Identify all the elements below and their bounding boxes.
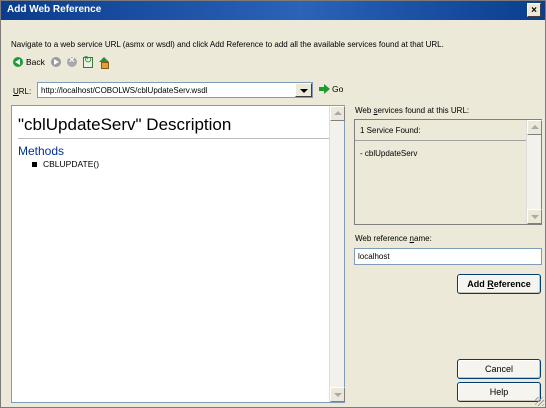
services-scrollbar[interactable] bbox=[526, 120, 542, 224]
go-label: Go bbox=[332, 84, 344, 94]
title-divider bbox=[18, 138, 329, 139]
close-icon[interactable]: × bbox=[527, 3, 541, 17]
services-scroll-up-icon[interactable] bbox=[527, 120, 542, 135]
bullet-icon bbox=[32, 161, 37, 167]
scroll-down-icon[interactable] bbox=[330, 387, 345, 402]
service-count: 1 Service Found: bbox=[360, 126, 421, 135]
navigation-toolbar: Back bbox=[13, 54, 115, 70]
scroll-up-icon[interactable] bbox=[330, 106, 345, 121]
forward-button[interactable] bbox=[50, 54, 61, 70]
method-name: CBLUPDATE() bbox=[43, 159, 100, 169]
go-button[interactable]: Go bbox=[319, 84, 343, 94]
home-button[interactable] bbox=[98, 54, 109, 70]
refresh-button[interactable] bbox=[82, 54, 93, 70]
resize-grip-icon[interactable] bbox=[535, 397, 544, 406]
service-browser-pane[interactable]: "cblUpdateServ" Description Methods CBLU… bbox=[11, 105, 345, 403]
home-icon bbox=[98, 57, 109, 69]
browser-content: "cblUpdateServ" Description Methods CBLU… bbox=[12, 106, 329, 402]
window-title: Add Web Reference bbox=[7, 4, 102, 15]
add-reference-button[interactable]: Add Reference bbox=[457, 274, 541, 294]
url-dropdown-arrow-icon[interactable] bbox=[295, 83, 312, 97]
instruction-text: Navigate to a web service URL (asmx or w… bbox=[11, 40, 444, 49]
url-input[interactable]: http://localhost/COBOLWS/cblUpdateServ.w… bbox=[37, 82, 313, 98]
service-description-title: "cblUpdateServ" Description bbox=[18, 115, 232, 134]
stop-button[interactable] bbox=[66, 54, 77, 70]
service-item[interactable]: - cblUpdateServ bbox=[360, 149, 417, 158]
back-button[interactable]: Back bbox=[13, 54, 45, 70]
refresh-icon bbox=[82, 55, 93, 68]
cancel-button[interactable]: Cancel bbox=[457, 359, 541, 379]
web-reference-name-label: Web reference name: bbox=[355, 234, 432, 243]
add-web-reference-dialog: Add Web Reference × Navigate to a web se… bbox=[0, 0, 546, 408]
browser-scrollbar[interactable] bbox=[329, 106, 345, 402]
url-label: URL: bbox=[13, 87, 32, 96]
back-label: Back bbox=[26, 57, 45, 67]
services-divider bbox=[355, 140, 527, 141]
forward-arrow-icon bbox=[50, 57, 61, 67]
services-scroll-down-icon[interactable] bbox=[527, 209, 542, 224]
methods-heading: Methods bbox=[18, 144, 65, 158]
go-arrow-icon bbox=[319, 84, 330, 94]
method-item[interactable]: CBLUPDATE() bbox=[32, 159, 99, 169]
services-found-label: Web services found at this URL: bbox=[355, 106, 470, 115]
web-reference-name-input[interactable]: localhost bbox=[354, 248, 542, 265]
help-button[interactable]: Help bbox=[457, 382, 541, 402]
services-found-list[interactable]: 1 Service Found: - cblUpdateServ bbox=[354, 119, 542, 225]
stop-icon bbox=[66, 55, 77, 67]
back-arrow-icon bbox=[13, 57, 23, 67]
title-bar[interactable]: Add Web Reference × bbox=[1, 1, 545, 20]
